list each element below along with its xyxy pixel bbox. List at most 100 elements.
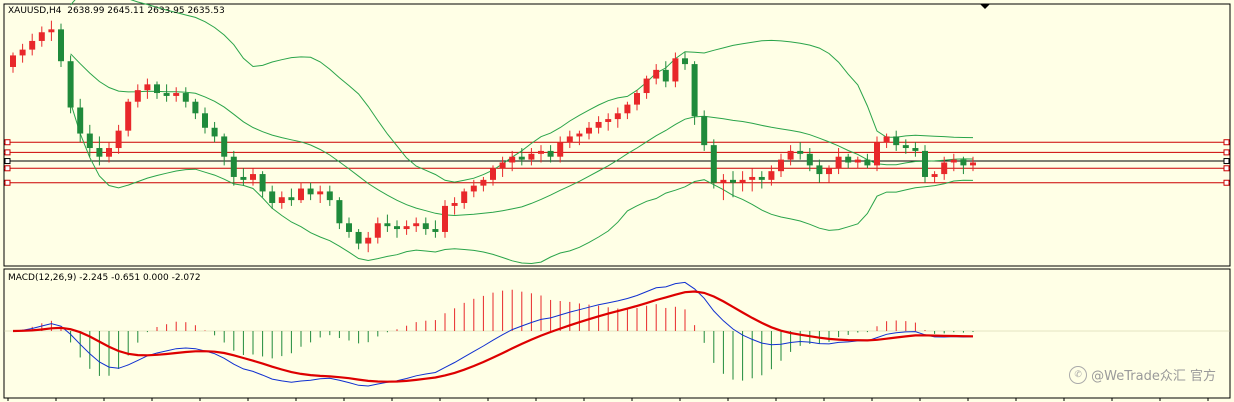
candle-body [864, 159, 871, 166]
candle-body [29, 40, 36, 50]
candle-body [672, 58, 679, 82]
candle-body [768, 171, 775, 180]
level-handle-left [4, 158, 11, 165]
candle-body [806, 153, 813, 166]
candle-body [211, 127, 218, 137]
candle-body [154, 84, 160, 94]
candle-body [682, 58, 688, 65]
candle-body [365, 237, 372, 244]
watermark: ✆ @WeTrade众汇 官方 [1069, 365, 1216, 384]
candle-body [403, 226, 410, 230]
candle-body [106, 148, 112, 157]
candle-body [461, 191, 468, 204]
candle-body [240, 176, 247, 180]
candle-body [614, 113, 621, 120]
candle-body [115, 130, 122, 149]
candle-body [634, 93, 640, 105]
candle-body [432, 229, 439, 232]
level-handle-left [4, 149, 11, 156]
candle-body [653, 69, 660, 79]
candle-body [883, 136, 890, 143]
candle-body [691, 64, 698, 117]
candle-body [202, 113, 208, 128]
candle-body [787, 150, 794, 160]
candle-body [326, 191, 333, 201]
candle-body [250, 174, 256, 180]
level-handle-left [4, 179, 11, 186]
candle-body [893, 136, 900, 146]
candle-body [720, 179, 727, 183]
candle-body [576, 133, 583, 137]
candle-body [624, 104, 631, 114]
candle-body [19, 49, 26, 56]
candle-body [144, 84, 151, 91]
chart-window: XAUUSD,H4 2638.99 2645.11 2633.95 2635.5… [0, 0, 1234, 402]
candle-body [547, 150, 554, 157]
macd-panel-header: MACD(12,26,9) -2.245 -0.651 0.000 -2.072 [8, 273, 201, 283]
candle-body [816, 165, 823, 175]
price-panel-header: XAUUSD,H4 2638.99 2645.11 2633.95 2635.5… [8, 6, 225, 16]
candle-body [451, 203, 458, 206]
candle-body [192, 101, 199, 114]
watermark-text: @WeTrade众汇 官方 [1091, 369, 1216, 384]
candle-body [134, 90, 141, 102]
candle-body [605, 119, 612, 122]
wechat-icon: ✆ [1069, 365, 1088, 384]
candle-body [586, 127, 592, 134]
candle-body [950, 159, 957, 163]
candle-body [701, 116, 708, 146]
level-handle-right [1223, 139, 1230, 146]
candle-body [288, 197, 295, 201]
macd-panel-frame [3, 268, 1231, 399]
candle-body [38, 32, 45, 41]
candle-body [902, 145, 909, 149]
candle-body [970, 162, 976, 166]
candle-body [739, 179, 746, 183]
candle-body [317, 191, 324, 195]
candle-body [528, 153, 535, 160]
price-panel [3, 0, 1231, 401]
candle-body [278, 197, 285, 204]
candle-body [221, 136, 228, 157]
level-handle-right [1223, 158, 1230, 165]
candle-body [374, 223, 381, 238]
candle-body [307, 188, 314, 195]
candle-body [230, 156, 237, 177]
candle-body [931, 174, 938, 177]
candle-body [499, 162, 506, 169]
price-panel-frame [3, 3, 1231, 267]
candle-body [941, 162, 948, 175]
candle-body [58, 29, 64, 62]
candle-body [490, 168, 496, 180]
level-handle-right [1223, 165, 1230, 172]
candle-body [874, 142, 880, 166]
candle-body [394, 226, 400, 230]
candle-body [480, 179, 487, 186]
candle-body [710, 145, 717, 183]
level-handle-left [4, 139, 11, 146]
candle-body [922, 150, 928, 177]
candle-body [163, 93, 170, 96]
candle-body [259, 174, 266, 192]
candle-body [509, 156, 516, 163]
candle-body [470, 185, 477, 192]
candle-body [384, 223, 391, 227]
candle-body [758, 176, 765, 180]
candle-body [86, 133, 93, 149]
candle-body [797, 150, 804, 154]
candle-body [595, 121, 602, 128]
candle-body [730, 179, 736, 183]
level-handle-right [1223, 179, 1230, 186]
candle-body [96, 148, 103, 157]
candle-body [845, 156, 852, 163]
candle-body [413, 223, 420, 227]
candle-body [125, 101, 132, 131]
candle-body [298, 188, 304, 201]
candle-body [566, 136, 573, 143]
candle-body [336, 200, 343, 224]
candle-body [10, 55, 16, 67]
candle-body [67, 61, 74, 108]
candle-body [662, 69, 669, 82]
candle-body [346, 223, 352, 232]
candle-body [778, 159, 784, 172]
